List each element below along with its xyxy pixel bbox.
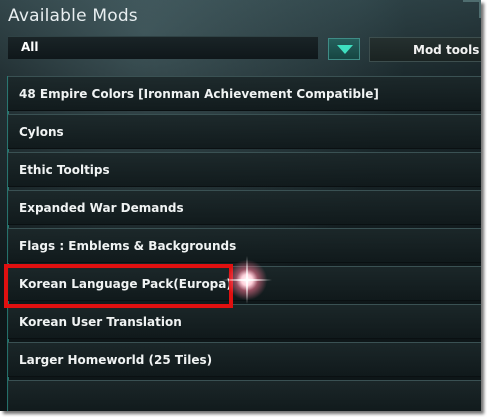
mods-window: Available Mods All Mod tools 48 Empire C… xyxy=(0,0,481,411)
mod-list-item[interactable]: 48 Empire Colors [Ironman Achievement Co… xyxy=(8,76,481,111)
chevron-down-icon xyxy=(337,45,353,54)
mod-list-item[interactable]: Larger Homeworld (25 Tiles) xyxy=(8,342,481,377)
mod-list-item[interactable]: Korean User Translation xyxy=(8,304,481,339)
mod-list-item[interactable]: Cylons xyxy=(8,114,481,149)
mod-list-item[interactable]: Expanded War Demands xyxy=(8,190,481,225)
corner-ornament xyxy=(463,0,481,18)
sparkle-ray-vertical xyxy=(246,256,248,304)
highlight-annotation-box xyxy=(4,264,233,308)
filter-dropdown[interactable]: All xyxy=(8,36,318,59)
mod-label: 48 Empire Colors [Ironman Achievement Co… xyxy=(19,87,379,101)
filter-dropdown-button[interactable] xyxy=(328,38,360,60)
mod-label: Larger Homeworld (25 Tiles) xyxy=(19,353,213,367)
filter-value: All xyxy=(21,40,39,54)
mod-tools-button[interactable]: Mod tools xyxy=(369,37,481,62)
window-title: Available Mods xyxy=(8,6,138,26)
mod-list: 48 Empire Colors [Ironman Achievement Co… xyxy=(8,76,481,411)
mod-list-item[interactable]: Ethic Tooltips xyxy=(8,152,481,187)
mod-list-item[interactable] xyxy=(8,380,481,411)
mod-label: Korean User Translation xyxy=(19,315,182,329)
mod-label: Ethic Tooltips xyxy=(19,163,110,177)
mod-label: Expanded War Demands xyxy=(19,201,184,215)
mod-label: Cylons xyxy=(19,125,64,139)
mod-label: Flags : Emblems & Backgrounds xyxy=(19,239,237,253)
